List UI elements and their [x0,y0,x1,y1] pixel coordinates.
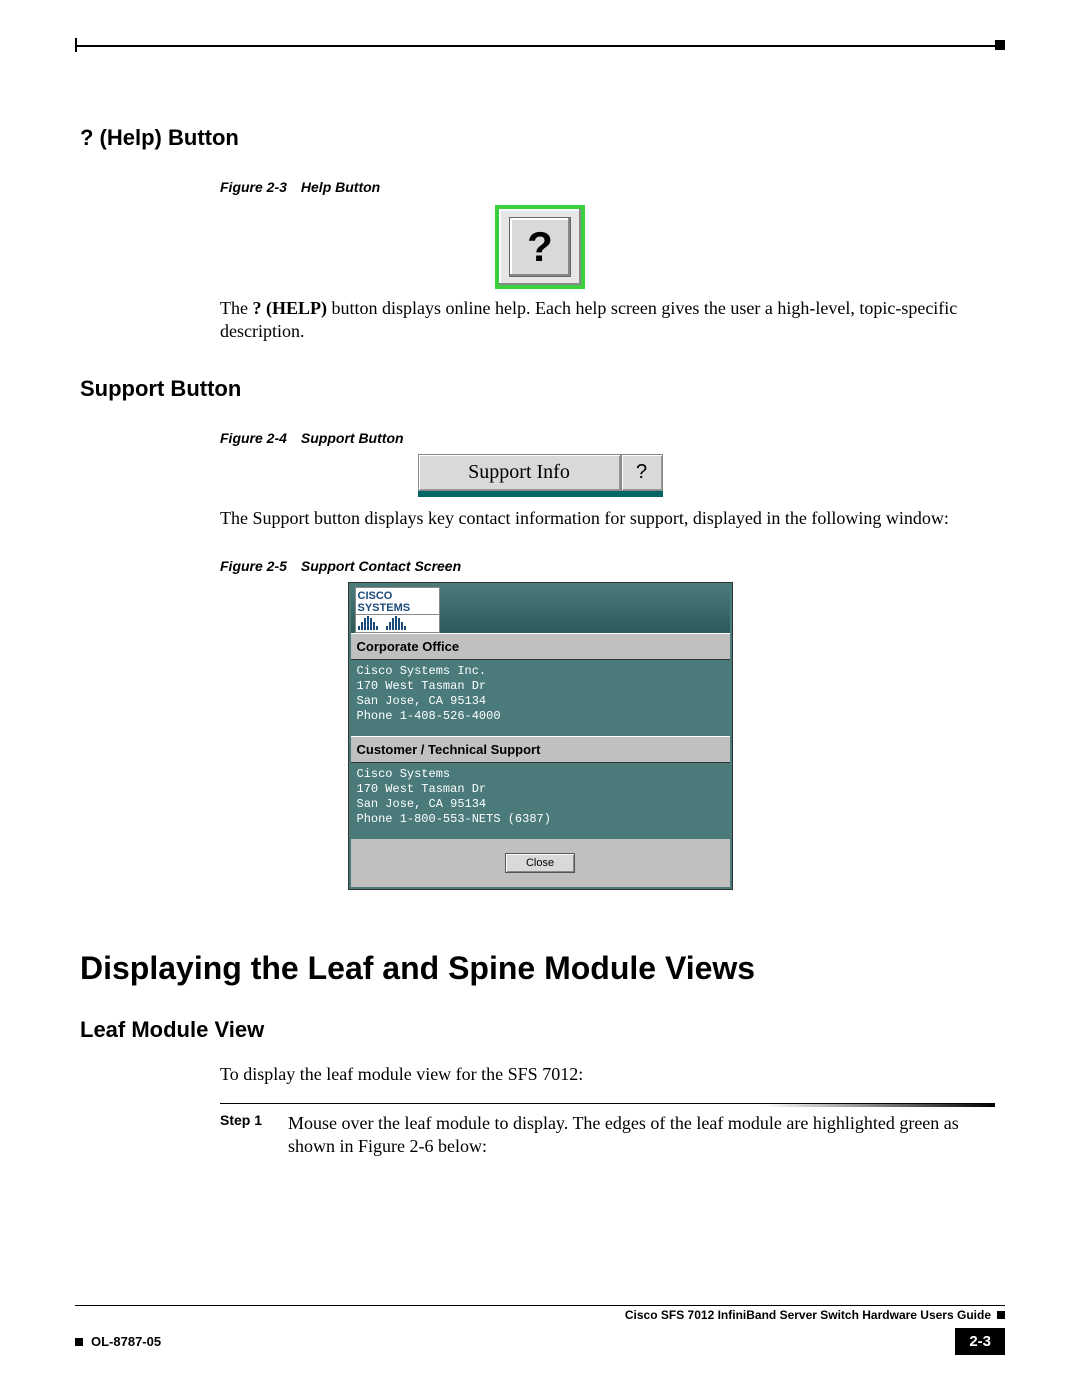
help-button-figure: ? [495,205,585,289]
help-icon: ? [509,217,571,277]
cisco-logo-text: Cisco Systems [355,587,440,615]
technical-support-body: Cisco Systems 170 West Tasman Dr San Jos… [351,763,730,839]
footer-doc-number: OL-8787-05 [91,1334,161,1349]
step-divider [220,1103,995,1104]
footer-guide-title: Cisco SFS 7012 InfiniBand Server Switch … [625,1308,991,1322]
support-help-icon: ? [621,454,663,491]
support-info-button: Support Info [418,454,621,491]
support-window-footer: Close [351,839,730,887]
heading-help-button: ? (Help) Button [80,125,1005,151]
step-1-label: Step 1 [220,1112,270,1159]
support-button-figure: Support Info ? [418,454,663,497]
close-button[interactable]: Close [505,853,575,873]
support-description: The Support button displays key contact … [220,507,995,530]
help-text-bold: ? (HELP) [252,298,327,318]
support-contact-window: Cisco Systems Corporate Office Cisco Sys… [348,582,733,890]
corporate-office-header: Corporate Office [351,633,730,660]
figure-number: Figure 2-3 [220,179,301,195]
footer-square-icon [997,1311,1005,1319]
cisco-logo-icon [355,615,440,633]
figure-title: Support Contact Screen [301,558,461,574]
figure-number: Figure 2-4 [220,430,301,446]
step-1-text: Mouse over the leaf module to display. T… [288,1112,1005,1159]
help-text-prefix: The [220,298,252,318]
leaf-intro-text: To display the leaf module view for the … [220,1063,995,1086]
figure-title: Help Button [301,179,380,195]
corporate-office-body: Cisco Systems Inc. 170 West Tasman Dr Sa… [351,660,730,736]
technical-support-header: Customer / Technical Support [351,736,730,763]
help-description: The ? (HELP) button displays online help… [220,297,995,342]
page-footer: Cisco SFS 7012 InfiniBand Server Switch … [75,1305,1005,1355]
footer-page-number: 2-3 [955,1328,1005,1355]
help-text-suffix: button displays online help. Each help s… [220,298,957,341]
support-window-header: Cisco Systems [351,585,730,633]
footer-square-icon [75,1338,83,1346]
step-1-row: Step 1 Mouse over the leaf module to dis… [220,1112,1005,1159]
heading-support-button: Support Button [80,376,1005,402]
figure-title: Support Button [301,430,404,446]
figure-2-3-caption: Figure 2-3Help Button [220,179,1005,195]
figure-2-4-caption: Figure 2-4Support Button [220,430,1005,446]
figure-number: Figure 2-5 [220,558,301,574]
figure-2-5-caption: Figure 2-5Support Contact Screen [220,558,1005,574]
section-title: Displaying the Leaf and Spine Module Vie… [80,950,1005,987]
heading-leaf-module-view: Leaf Module View [80,1017,1005,1043]
